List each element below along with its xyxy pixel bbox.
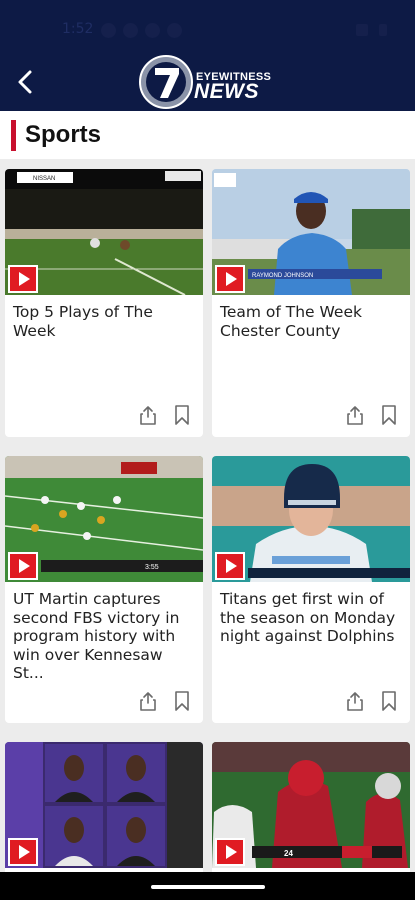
video-card[interactable]: Titans get first win of the season on Mo… — [212, 456, 410, 723]
play-icon — [19, 559, 30, 573]
section-header: Sports — [0, 111, 415, 159]
share-icon — [140, 406, 156, 425]
play-icon — [226, 845, 237, 859]
share-button[interactable] — [344, 689, 366, 713]
thumb-overlay-text: 3:55 — [145, 564, 159, 571]
play-icon — [19, 845, 30, 859]
share-button[interactable] — [137, 403, 159, 427]
play-button[interactable] — [215, 265, 245, 293]
play-button[interactable] — [215, 838, 245, 866]
status-time: 1:52 — [62, 21, 94, 37]
home-gesture-handle[interactable] — [151, 885, 265, 889]
thumb-overlay-text: NISSAN — [33, 176, 55, 182]
card-title: Team of The Week Chester County — [220, 303, 362, 340]
play-button[interactable] — [8, 265, 38, 293]
notification-icon — [145, 23, 160, 38]
logo-line2: NEWS — [194, 80, 259, 103]
share-icon — [347, 406, 363, 425]
video-card[interactable]: NISSAN Top 5 Plays of The Week — [5, 169, 203, 437]
share-icon — [347, 692, 363, 711]
video-thumbnail — [212, 456, 410, 582]
notification-icon — [123, 23, 138, 38]
video-thumbnail: 3:55 — [5, 456, 203, 582]
card-title: Top 5 Plays of The Week — [13, 303, 153, 340]
app-header: 1:52 EYEWITNESS NEWS — [0, 0, 415, 111]
battery-icon — [379, 24, 387, 36]
card-title: Titans get first win of the season on Mo… — [220, 590, 396, 645]
notification-icon — [167, 23, 182, 38]
bookmark-icon — [382, 405, 396, 425]
video-card[interactable]: 3:55 UT Martin captures second FBS victo… — [5, 456, 203, 723]
arrow-left-icon — [18, 70, 32, 94]
play-icon — [226, 272, 237, 286]
notification-icon — [101, 23, 116, 38]
play-button[interactable] — [8, 838, 38, 866]
share-button[interactable] — [137, 689, 159, 713]
station-logo: EYEWITNESS NEWS — [138, 54, 280, 110]
play-button[interactable] — [215, 552, 245, 580]
status-bar: 1:52 — [0, 0, 415, 62]
section-title: Sports — [25, 121, 102, 148]
play-button[interactable] — [8, 552, 38, 580]
bookmark-icon — [175, 405, 189, 425]
logo-seven-icon — [139, 55, 193, 109]
bookmark-button[interactable] — [378, 403, 400, 427]
section-accent-bar — [11, 120, 16, 151]
share-icon — [140, 692, 156, 711]
bookmark-button[interactable] — [171, 403, 193, 427]
wifi-icon — [356, 24, 368, 36]
thumb-overlay-text: RAYMOND JOHNSON — [252, 273, 313, 279]
video-card[interactable] — [5, 742, 203, 882]
video-thumbnail: 24 — [212, 742, 410, 868]
bookmark-icon — [382, 691, 396, 711]
play-icon — [19, 272, 30, 286]
video-thumbnail: RAYMOND JOHNSON — [212, 169, 410, 295]
play-icon — [226, 559, 237, 573]
video-card[interactable]: RAYMOND JOHNSON Team of The Week Chester… — [212, 169, 410, 437]
video-thumbnail: NISSAN — [5, 169, 203, 295]
system-nav-bar — [0, 872, 415, 900]
video-card[interactable]: 24 — [212, 742, 410, 882]
thumb-overlay-text: 24 — [284, 849, 293, 858]
bookmark-button[interactable] — [378, 689, 400, 713]
video-thumbnail — [5, 742, 203, 868]
card-title: UT Martin captures second FBS victory in… — [13, 590, 180, 682]
bookmark-button[interactable] — [171, 689, 193, 713]
share-button[interactable] — [344, 403, 366, 427]
back-button[interactable] — [10, 64, 40, 100]
bookmark-icon — [175, 691, 189, 711]
